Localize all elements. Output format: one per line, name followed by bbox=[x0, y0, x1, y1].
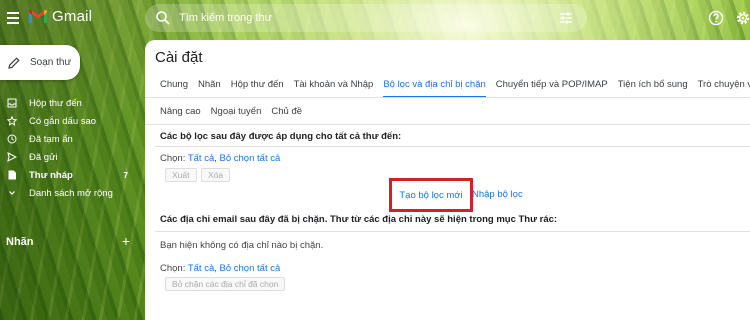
tabs-divider bbox=[145, 97, 750, 98]
search-icon[interactable] bbox=[155, 10, 171, 26]
tab-offline[interactable]: Ngoại tuyến bbox=[211, 106, 262, 123]
select-prefix: Chọn: bbox=[160, 153, 188, 164]
filters-divider bbox=[155, 146, 750, 147]
tab-forwarding-pop-imap[interactable]: Chuyển tiếp và POP/IMAP bbox=[496, 79, 608, 98]
unblock-selected-button[interactable]: Bỏ chặn các địa chỉ đã chọn bbox=[165, 277, 286, 291]
tabs-divider-2 bbox=[145, 124, 750, 125]
delete-button[interactable]: Xóa bbox=[201, 168, 231, 182]
star-icon bbox=[7, 116, 17, 126]
tab-general[interactable]: Chung bbox=[160, 79, 188, 98]
sidebar-item-more[interactable]: Danh sách mở rộng bbox=[0, 184, 135, 202]
pencil-icon bbox=[8, 56, 20, 69]
select-none-link[interactable]: Bỏ chọn tất cả bbox=[220, 263, 281, 274]
blocked-empty-note: Bạn hiện không có địa chỉ nào bị chặn. bbox=[160, 240, 324, 251]
settings-panel: Cài đặt Chung Nhãn Hộp thư đến Tài khoản… bbox=[145, 40, 750, 320]
create-filter-label: Tạo bộ lọc mới bbox=[399, 189, 463, 201]
help-icon[interactable] bbox=[708, 10, 724, 26]
tab-advanced[interactable]: Nâng cao bbox=[160, 106, 201, 123]
tab-accounts-import[interactable]: Tài khoản và Nhập bbox=[294, 79, 374, 98]
select-none-link[interactable]: Bỏ chọn tất cả bbox=[220, 153, 281, 164]
drafts-count: 7 bbox=[123, 170, 128, 180]
add-label-icon[interactable]: + bbox=[122, 234, 130, 248]
tab-inbox[interactable]: Hộp thư đến bbox=[231, 79, 284, 98]
gmail-m-icon bbox=[29, 10, 47, 23]
draft-icon bbox=[8, 170, 16, 180]
compose-button[interactable]: Soạn thư bbox=[0, 45, 80, 80]
export-button[interactable]: Xuất bbox=[165, 168, 197, 182]
select-all-link[interactable]: Tất cả bbox=[188, 153, 214, 164]
tab-chat-meet[interactable]: Trò chuyện và Meet bbox=[698, 79, 750, 98]
settings-tabs: Chung Nhãn Hộp thư đến Tài khoản và Nhập… bbox=[160, 79, 750, 98]
gear-icon[interactable] bbox=[735, 10, 750, 26]
sidebar-item-label: Thư nháp bbox=[29, 169, 73, 181]
sidebar-nav: Hộp thư đến Có gắn dấu sao Đã tạm ẩn Đã … bbox=[0, 94, 135, 202]
settings-tabs-row2: Nâng cao Ngoại tuyến Chủ đề bbox=[160, 106, 302, 123]
filters-select-row: Chọn: Tất cả, Bỏ chọn tất cả bbox=[160, 153, 281, 164]
inbox-icon bbox=[7, 98, 17, 108]
labels-heading: Nhãn bbox=[6, 236, 34, 248]
sidebar-item-label: Đã gửi bbox=[29, 151, 58, 163]
sidebar-item-starred[interactable]: Có gắn dấu sao bbox=[0, 112, 135, 130]
gmail-wordmark: Gmail bbox=[52, 8, 93, 25]
sidebar-item-inbox[interactable]: Hộp thư đến bbox=[0, 94, 135, 112]
sidebar-item-label: Hộp thư đến bbox=[29, 97, 82, 109]
compose-label: Soạn thư bbox=[30, 57, 72, 68]
page-title: Cài đặt bbox=[155, 49, 203, 66]
sidebar-item-drafts[interactable]: Thư nháp 7 bbox=[0, 166, 135, 184]
sidebar-item-sent[interactable]: Đã gửi bbox=[0, 148, 135, 166]
gmail-logo[interactable]: Gmail bbox=[28, 8, 92, 25]
create-filter-link[interactable]: Tạo bộ lọc mới bbox=[389, 178, 473, 212]
sidebar-item-label: Danh sách mở rộng bbox=[29, 187, 113, 199]
search-input[interactable] bbox=[179, 12, 559, 24]
sidebar-item-label: Đã tạm ẩn bbox=[29, 133, 73, 145]
filters-heading: Các bộ lọc sau đây được áp dụng cho tất … bbox=[160, 131, 402, 142]
main-menu-icon[interactable] bbox=[4, 9, 22, 27]
tab-labels[interactable]: Nhãn bbox=[198, 79, 221, 98]
search-bar bbox=[145, 4, 587, 32]
labels-section-header: Nhãn + bbox=[6, 234, 130, 248]
search-options-icon[interactable] bbox=[559, 11, 573, 25]
blocked-heading: Các địa chỉ email sau đây đã bị chặn. Th… bbox=[160, 214, 558, 225]
send-icon bbox=[7, 152, 17, 162]
blocked-divider bbox=[155, 231, 750, 232]
select-all-link[interactable]: Tất cả bbox=[188, 263, 214, 274]
select-prefix: Chọn: bbox=[160, 263, 188, 274]
blocked-select-row: Chọn: Tất cả, Bỏ chọn tất cả bbox=[160, 263, 281, 274]
tab-filters-blocked[interactable]: Bộ lọc và địa chỉ bị chặn bbox=[383, 79, 486, 98]
sidebar-item-label: Có gắn dấu sao bbox=[29, 115, 97, 127]
tab-themes[interactable]: Chủ đề bbox=[271, 106, 302, 123]
import-filter-link[interactable]: Nhập bộ lọc bbox=[472, 189, 523, 200]
chevron-down-icon bbox=[9, 191, 15, 195]
clock-icon bbox=[7, 134, 17, 144]
top-bar: Gmail bbox=[0, 0, 750, 38]
tab-addons[interactable]: Tiện ích bổ sung bbox=[618, 79, 688, 98]
sidebar-item-snoozed[interactable]: Đã tạm ẩn bbox=[0, 130, 135, 148]
